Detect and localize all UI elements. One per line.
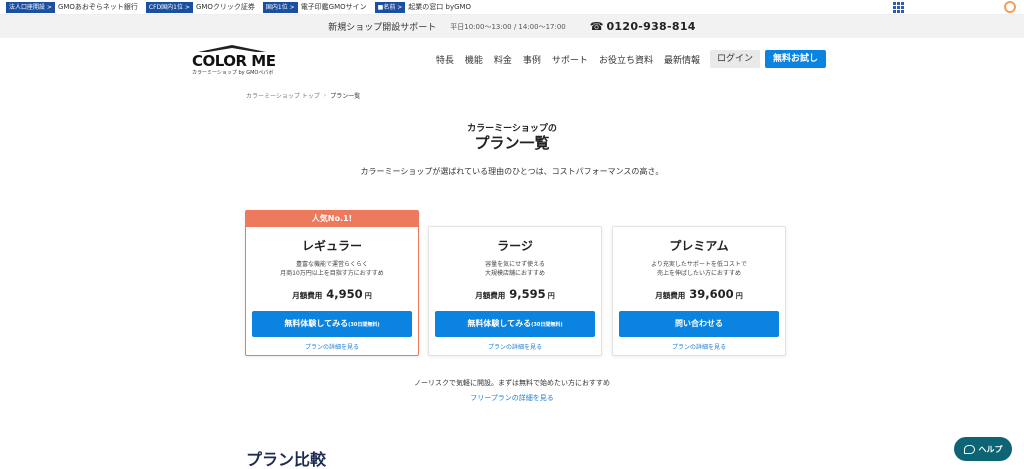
nav-item-support[interactable]: サポート bbox=[552, 53, 588, 66]
free-trial-plan-button[interactable]: 無料体験してみる(30日間無料) bbox=[435, 311, 595, 337]
plan-name: レギュラー bbox=[301, 239, 362, 253]
plan-card-premium: プレミアム より充実したサポートを低コストで 売上を伸ばしたい方におすすめ 月額… bbox=[612, 226, 786, 356]
plan-description: 容量を気にせず使える 大規模店舗におすすめ bbox=[484, 261, 545, 277]
breadcrumb-current: プラン一覧 bbox=[330, 93, 361, 100]
gmo-link-3[interactable]: 電子印鑑GMOサイン bbox=[301, 2, 367, 12]
plan-price: 月額費用 4,950 円 bbox=[292, 287, 372, 301]
chat-bubble-icon bbox=[963, 444, 975, 454]
nav-item-news[interactable]: 最新情報 bbox=[664, 53, 700, 66]
nav-item-features[interactable]: 特長 bbox=[436, 53, 454, 66]
gmo-badge-icon bbox=[1004, 1, 1016, 13]
plan-detail-link[interactable]: プランの詳細を見る bbox=[246, 342, 418, 351]
gmo-link-2[interactable]: GMOクリック証券 bbox=[196, 2, 255, 12]
plan-compare-heading: プラン比較 bbox=[246, 450, 327, 469]
breadcrumb: カラーミーショップ トップ › プラン一覧 bbox=[246, 91, 360, 100]
support-phone[interactable]: 0120-938-814 bbox=[606, 20, 695, 33]
free-trial-plan-button[interactable]: 無料体験してみる(30日間無料) bbox=[252, 311, 412, 337]
site-header: COLOR ME カラーミーショップ by GMOペパボ 特長 機能 料金 事例… bbox=[0, 38, 1024, 82]
chevron-right-icon: › bbox=[323, 92, 327, 99]
support-bar: 新規ショップ開設サポート 平日10:00～13:00 / 14:00～17:00… bbox=[0, 15, 1024, 38]
gmo-group-bar: 法人口座開設 > GMOあおぞらネット銀行 CFD国内1位 > GMOクリック証… bbox=[0, 0, 1024, 15]
plan-name: ラージ bbox=[497, 239, 533, 253]
gmo-tag-2[interactable]: CFD国内1位 > bbox=[145, 1, 193, 13]
plan-description: 豊富な機能で運営らくらく 月商10万円以上を目指す方におすすめ bbox=[280, 261, 384, 277]
plan-card-large: ラージ 容量を気にせず使える 大規模店舗におすすめ 月額費用 9,595 円 無料体… bbox=[428, 226, 602, 356]
support-label: 新規ショップ開設サポート bbox=[328, 23, 437, 33]
color-me-logo[interactable]: COLOR ME カラーミーショップ by GMOペパボ bbox=[192, 45, 276, 77]
plan-detail-link[interactable]: プランの詳細を見る bbox=[429, 342, 601, 351]
help-button[interactable]: ヘルプ bbox=[954, 437, 1012, 461]
gmo-link-4[interactable]: 起業の窓口 byGMO bbox=[408, 2, 471, 12]
gmo-tag-1[interactable]: 法人口座開設 > bbox=[6, 1, 55, 13]
plan-description: より充実したサポートを低コストで 売上を伸ばしたい方におすすめ bbox=[651, 261, 747, 277]
page-lead: カラーミーショップが選ばれている理由のひとつは、コストパフォーマンスの高さ。 bbox=[360, 167, 664, 176]
gmo-link-1[interactable]: GMOあおぞらネット銀行 bbox=[58, 2, 138, 12]
support-hours: 平日10:00～13:00 / 14:00～17:00 bbox=[450, 22, 566, 31]
nav-item-resources[interactable]: お役立ち資料 bbox=[599, 53, 653, 66]
login-button[interactable]: ログイン bbox=[709, 50, 760, 68]
free-plan-note: ノーリスクで気軽に開設。まずは無料で始めたい方におすすめ bbox=[414, 379, 610, 387]
contact-button[interactable]: 問い合わせる bbox=[619, 311, 779, 337]
plan-card-regular: 人気No.1! レギュラー 豊富な機能で運営らくらく 月商10万円以上を目指す方… bbox=[245, 210, 419, 356]
gmo-tag-4[interactable]: ■名前 > bbox=[374, 1, 406, 13]
breadcrumb-home[interactable]: カラーミーショップ トップ bbox=[246, 91, 320, 100]
help-label: ヘルプ bbox=[978, 444, 1003, 454]
plan-name: プレミアム bbox=[669, 239, 729, 253]
nav-item-functions[interactable]: 機能 bbox=[465, 53, 483, 66]
logo-text: COLOR ME bbox=[192, 52, 276, 70]
gmo-tag-3[interactable]: 国内1位 > bbox=[262, 1, 298, 13]
plan-price: 月額費用 9,595 円 bbox=[475, 287, 555, 301]
page-title: プラン一覧 bbox=[474, 134, 550, 152]
phone-icon: ☎ bbox=[589, 20, 604, 33]
logo-subtext: カラーミーショップ by GMOペパボ bbox=[192, 70, 274, 76]
popular-ribbon: 人気No.1! bbox=[246, 211, 418, 227]
main-nav: 特長 機能 料金 事例 サポート お役立ち資料 最新情報 ログイン 無料お試し bbox=[425, 50, 826, 68]
plan-detail-link[interactable]: プランの詳細を見る bbox=[613, 342, 785, 351]
free-plan-link[interactable]: フリープランの詳細を見る bbox=[0, 393, 1024, 403]
apps-grid-icon[interactable] bbox=[893, 1, 904, 13]
plan-price: 月額費用 39,600 円 bbox=[655, 287, 743, 301]
nav-item-cases[interactable]: 事例 bbox=[523, 53, 541, 66]
nav-item-pricing[interactable]: 料金 bbox=[494, 53, 512, 66]
free-trial-button[interactable]: 無料お試し bbox=[764, 50, 826, 68]
gmo-right-area bbox=[893, 1, 1016, 13]
